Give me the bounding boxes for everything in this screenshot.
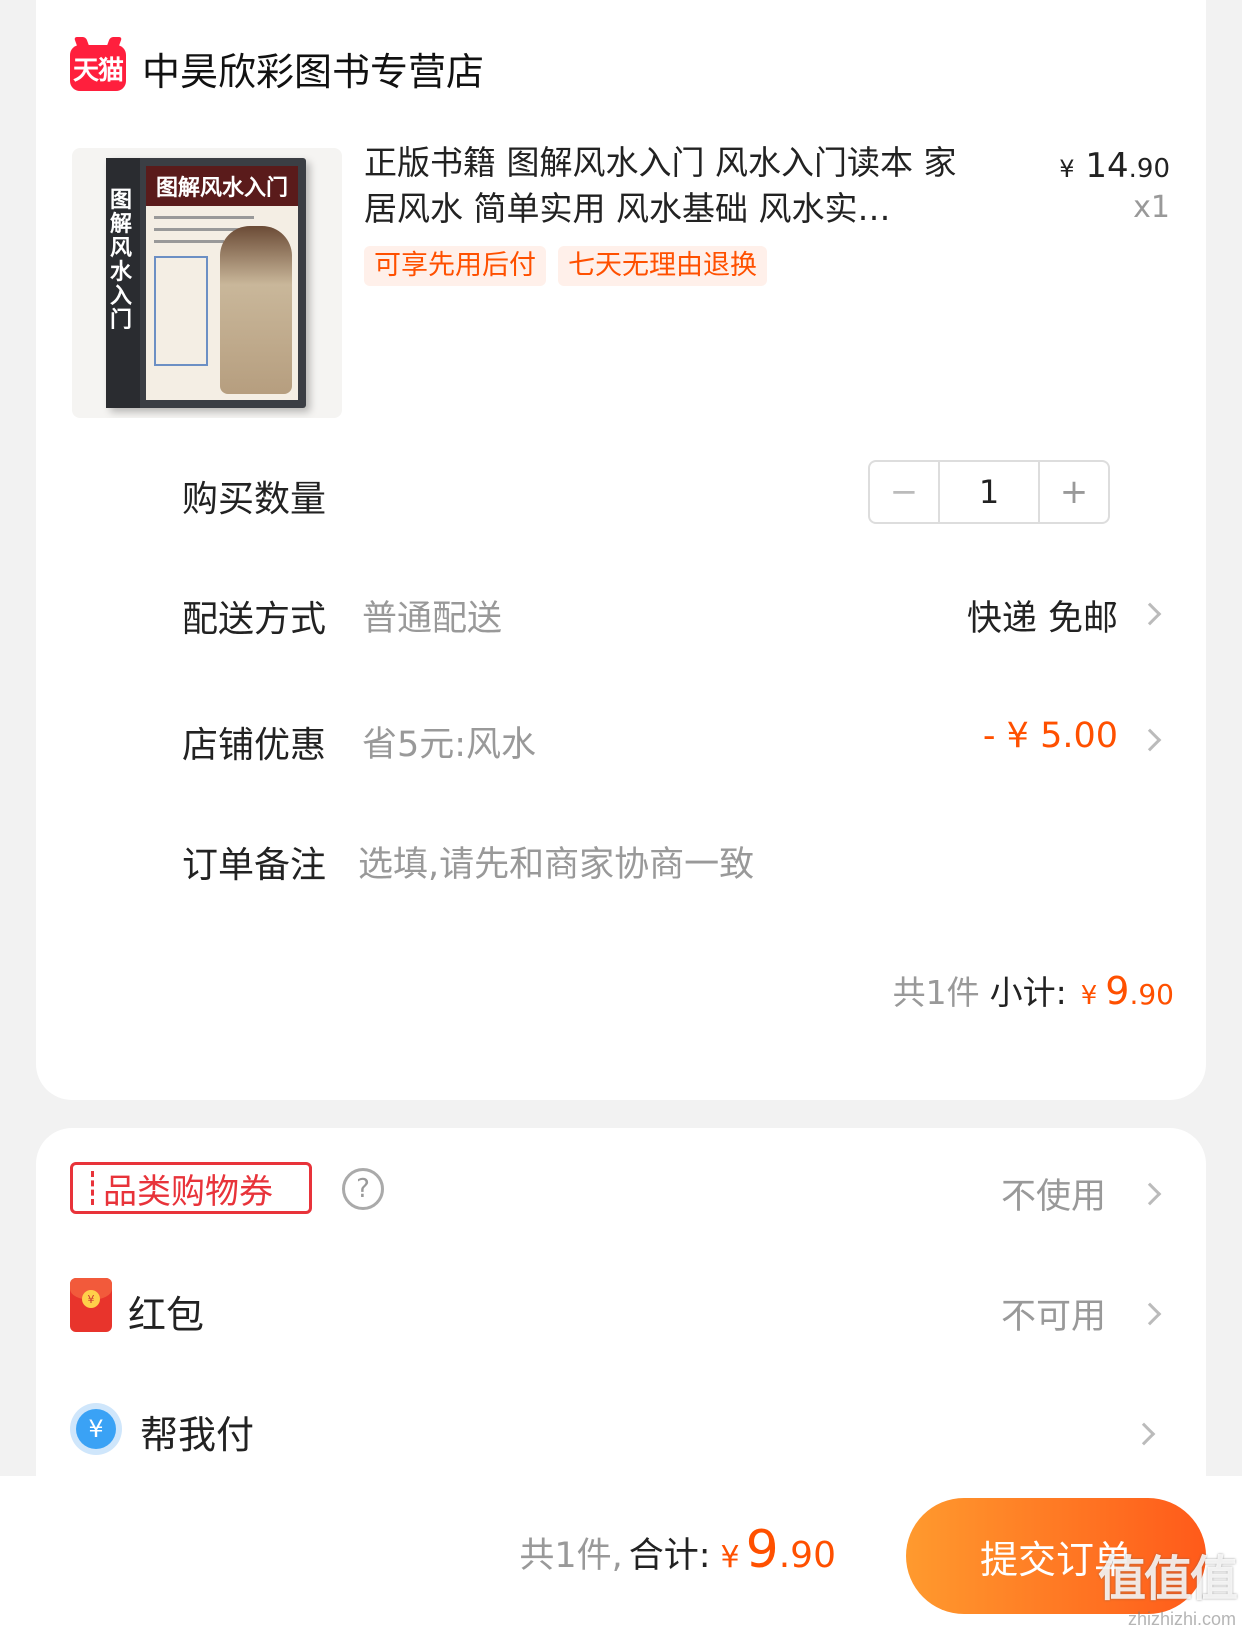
red-packet-label: 红包	[128, 1293, 205, 1337]
red-packet-icon: ¥	[70, 1278, 112, 1332]
product-thumbnail[interactable]: 图解风水入门 图解风水入门	[72, 148, 342, 418]
discount-label: 店铺优惠	[182, 725, 327, 766]
help-pay-icon: ¥	[70, 1403, 122, 1455]
book-cover-image: 图解风水入门 图解风水入门	[106, 158, 306, 408]
order-note-input[interactable]: 选填,请先和商家协商一致	[358, 836, 754, 887]
tag-seven-day-return: 七天无理由退换	[558, 246, 767, 286]
book-cover-diagram	[154, 256, 208, 366]
coupon-value: 不使用	[1000, 1177, 1106, 1217]
tmall-logo-icon: 天猫	[70, 45, 126, 91]
quantity-value[interactable]: 1	[940, 462, 1038, 522]
book-cover-title: 图解风水入门	[146, 166, 298, 206]
chevron-right-icon	[1132, 1422, 1156, 1446]
chevron-right-icon	[1138, 1302, 1162, 1326]
product-price: ¥ 14.90	[1059, 146, 1170, 186]
total-label: 合计:	[628, 1536, 711, 1576]
subtotal-label: 小计:	[989, 973, 1067, 1012]
help-pay-label: 帮我付	[140, 1413, 255, 1457]
chevron-right-icon	[1138, 602, 1162, 626]
watermark: 值值值 zhizhizhi.com	[1097, 1553, 1238, 1629]
product-quantity: x1	[1133, 190, 1170, 225]
chevron-right-icon	[1138, 728, 1162, 752]
order-note-label: 订单备注	[182, 845, 327, 886]
discount-detail: 省5元:风水	[362, 725, 537, 765]
increase-button[interactable]: +	[1038, 462, 1108, 522]
bottom-bar: 共1件, 合计: ¥ 9.90 提交订单 值值值 zhizhizhi.com	[0, 1476, 1242, 1638]
delivery-method: 普通配送	[362, 599, 503, 639]
book-cover-figure	[220, 226, 292, 394]
subtotal-count: 共1件	[892, 973, 980, 1012]
decrease-button[interactable]: −	[870, 462, 940, 522]
order-total: 共1件, 合计: ¥ 9.90	[519, 1520, 836, 1580]
product-title[interactable]: 正版书籍 图解风水入门 风水入门读本 家居风水 简单实用 风水基础 风水实…	[364, 140, 964, 232]
store-name: 中昊欣彩图书专营店	[142, 49, 485, 94]
red-packet-value: 不可用	[1000, 1297, 1106, 1337]
tag-pay-later: 可享先用后付	[364, 246, 546, 286]
coupon-badge: 品类购物券	[70, 1162, 312, 1214]
delivery-value: 快递 免邮	[966, 599, 1118, 639]
discount-amount: - ¥ 5.00	[982, 716, 1118, 756]
chevron-right-icon	[1138, 1182, 1162, 1206]
delivery-label: 配送方式	[182, 599, 327, 640]
order-card: 天猫 中昊欣彩图书专营店 图解风水入门 图解风水入门 正版书籍 图解风水入门 风…	[36, 0, 1206, 1100]
subtotal: 共1件 小计: ¥ 9.90	[893, 966, 1174, 1014]
store-header[interactable]: 天猫 中昊欣彩图书专营店	[70, 40, 484, 96]
total-count: 共1件,	[519, 1536, 623, 1576]
quantity-stepper: − 1 +	[868, 460, 1110, 524]
book-spine-title: 图解风水入门	[110, 187, 133, 333]
help-icon[interactable]: ?	[342, 1168, 384, 1210]
product-tags: 可享先用后付 七天无理由退换	[364, 246, 767, 286]
quantity-label: 购买数量	[182, 479, 327, 520]
